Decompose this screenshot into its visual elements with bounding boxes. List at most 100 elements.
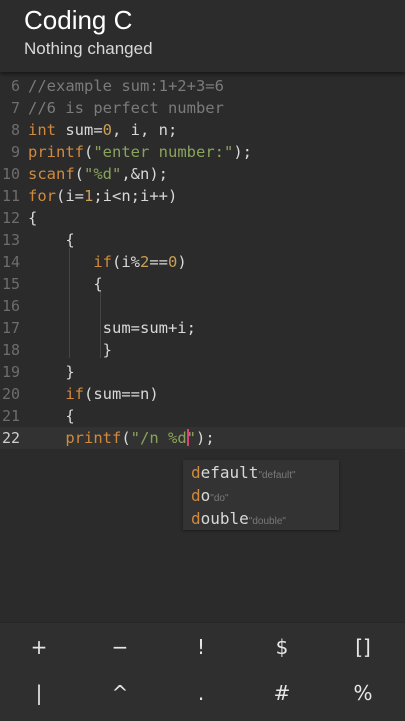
code-token: //6 is perfect number <box>28 99 224 117</box>
code-line[interactable]: 11 for(i=1;i<n;i++) <box>0 185 405 207</box>
code-token: (sum==n) <box>84 385 159 403</box>
code-token: { <box>28 275 103 293</box>
code-token: ;i<n;i++) <box>93 187 178 205</box>
code-line[interactable]: 21 { <box>0 405 405 427</box>
code-text: sum=sum+i; <box>28 317 196 339</box>
code-token: ( <box>84 143 94 161</box>
suggestion-hint: "double" <box>248 516 286 527</box>
code-token: (i% <box>112 253 140 271</box>
suggestion-rest: o <box>200 486 211 505</box>
code-token: { <box>28 209 38 227</box>
suggestion-hint: "default" <box>258 470 296 481</box>
autocomplete-popup: default"default" do"do" double"double" <box>183 460 339 530</box>
code-text: { <box>28 229 75 251</box>
line-number: 6 <box>10 77 20 95</box>
code-text: { <box>28 207 37 229</box>
code-text: printf("enter number:"); <box>28 141 252 163</box>
code-token: scanf <box>28 165 75 183</box>
code-line[interactable]: 16 <box>0 295 405 317</box>
code-token: 2 <box>140 253 150 271</box>
code-token: 1 <box>84 187 94 205</box>
line-number: 15 <box>1 275 20 293</box>
line-number: 17 <box>1 319 20 337</box>
symbol-key[interactable]: [] <box>333 627 393 667</box>
symbol-key[interactable]: ^ <box>90 673 150 713</box>
symbol-key[interactable]: % <box>333 673 393 713</box>
code-token: sum= <box>56 121 103 139</box>
code-line[interactable]: 20 if(sum==n) <box>0 383 405 405</box>
code-text: { <box>28 273 103 295</box>
code-token: printf <box>28 143 84 161</box>
code-token: == <box>149 253 169 271</box>
save-status: Nothing changed <box>24 39 153 58</box>
symbol-key[interactable]: | <box>9 673 69 713</box>
symbol-key[interactable]: − <box>90 627 150 667</box>
code-text: //example sum:1+2+3=6 <box>28 75 224 97</box>
suggestion-rest: ouble <box>200 509 249 528</box>
symbol-key[interactable]: . <box>171 673 231 713</box>
autocomplete-item[interactable]: double"double" <box>191 507 286 530</box>
code-token: 0 <box>102 121 113 139</box>
code-line[interactable]: 18 } <box>0 339 405 361</box>
code-line[interactable]: 17 sum=sum+i; <box>0 317 405 339</box>
code-line[interactable]: 9 printf("enter number:"); <box>0 141 405 163</box>
code-token: 0 <box>168 253 178 271</box>
code-token: } <box>28 341 112 359</box>
suggestion-match: d <box>191 509 201 528</box>
symbol-key[interactable]: + <box>9 627 69 667</box>
autocomplete-item[interactable]: default"default" <box>191 461 296 484</box>
suggestion-match: d <box>191 463 201 482</box>
code-token: ( <box>74 165 85 183</box>
code-line[interactable]: 15 { <box>0 273 405 295</box>
code-line[interactable]: 10 scanf("%d",&n); <box>0 163 405 185</box>
code-text: int sum=0, i, n; <box>28 119 177 141</box>
code-token: , i, n; <box>112 121 178 139</box>
code-text: if(i%2==0) <box>28 251 187 273</box>
file-title: Coding C <box>24 5 133 35</box>
code-line[interactable]: 7 //6 is perfect number <box>0 97 405 119</box>
code-line[interactable]: 22 printf("/n %d"); <box>0 427 405 449</box>
code-text: if(sum==n) <box>28 383 159 405</box>
code-text: printf("/n %d"); <box>28 427 215 449</box>
code-token: sum=sum+i; <box>28 319 196 337</box>
code-editor[interactable]: 6 //example sum:1+2+3=6 7 //6 is perfect nu… <box>0 72 405 622</box>
code-token: "%d" <box>84 165 122 183</box>
autocomplete-item[interactable]: do"do" <box>191 484 229 507</box>
code-line[interactable]: 14 if(i%2==0) <box>0 251 405 273</box>
code-token: //example sum:1+2+3=6 <box>28 77 224 95</box>
code-token: { <box>28 407 75 425</box>
code-token: "/n %d <box>130 429 187 447</box>
app-header: Coding C Nothing changed <box>0 0 405 72</box>
line-number: 10 <box>1 165 20 183</box>
symbol-key[interactable]: # <box>252 673 312 713</box>
suggestion-rest: efault <box>200 463 259 482</box>
code-text: } <box>28 361 74 383</box>
code-line[interactable]: 19 } <box>0 361 405 383</box>
line-number: 16 <box>1 297 20 315</box>
code-token: if <box>93 253 112 271</box>
code-line[interactable]: 12 { <box>0 207 405 229</box>
code-token: ) <box>177 253 187 271</box>
code-token: ( <box>121 429 131 447</box>
code-text: scanf("%d",&n); <box>28 163 168 185</box>
code-token: printf <box>65 429 122 447</box>
symbol-toolbar: + −! $ [] | ^. #% <box>0 622 405 721</box>
line-number: 8 <box>10 121 20 139</box>
symbol-key[interactable]: ! <box>171 627 231 667</box>
code-text: { <box>28 405 75 427</box>
code-token: for <box>28 187 56 205</box>
line-number: 12 <box>1 209 20 227</box>
code-line[interactable]: 6 //example sum:1+2+3=6 <box>0 75 405 97</box>
code-token: (i= <box>56 187 84 205</box>
code-line[interactable]: 8 int sum=0, i, n; <box>0 119 405 141</box>
text-cursor <box>186 429 189 446</box>
code-line[interactable]: 13 { <box>0 229 405 251</box>
code-token: { <box>28 231 75 249</box>
code-token: ); <box>196 429 215 447</box>
line-number: 7 <box>10 99 20 117</box>
symbol-key[interactable]: $ <box>252 627 312 667</box>
code-text: } <box>28 339 112 361</box>
